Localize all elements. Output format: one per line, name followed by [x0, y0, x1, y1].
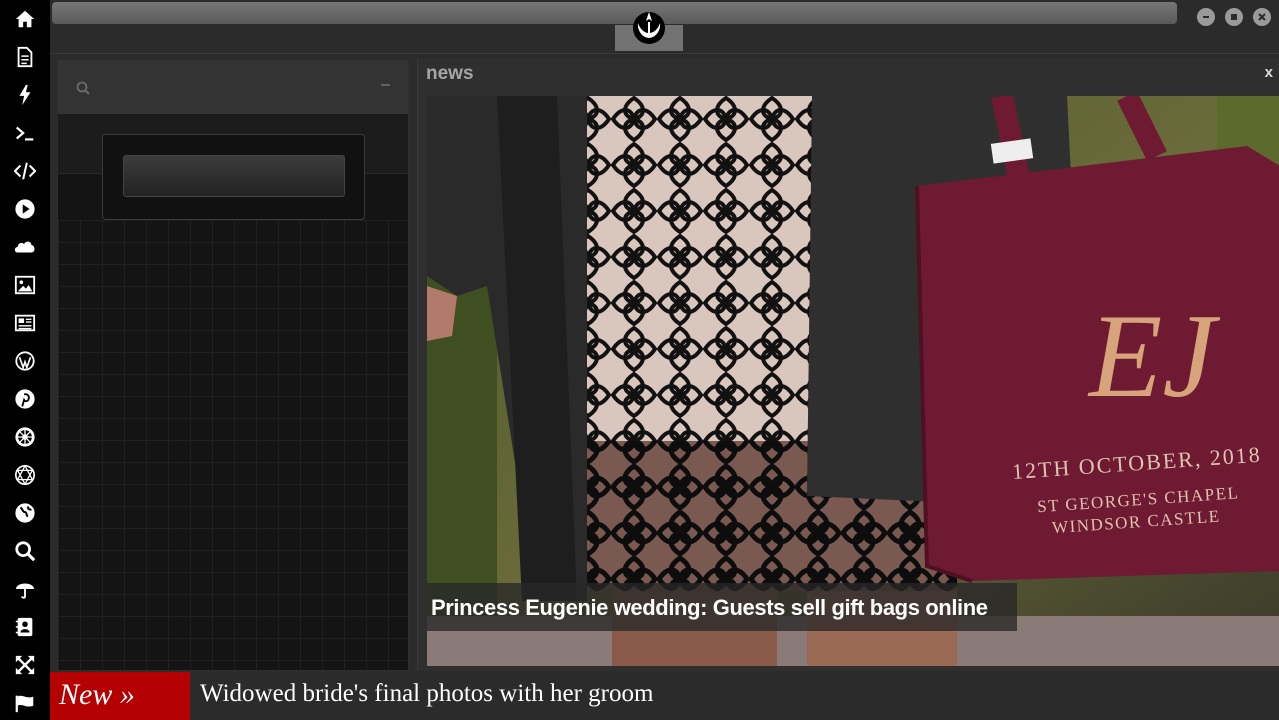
image-icon[interactable] [12, 272, 38, 298]
side-panel-header: – [58, 60, 408, 114]
flag-icon[interactable] [12, 690, 38, 716]
address-bar[interactable] [52, 2, 1177, 24]
headline-overlay: Princess Eugenie wedding: Guests sell gi… [427, 583, 1017, 631]
ticker-label[interactable]: New » [50, 672, 190, 720]
news-headline[interactable]: Princess Eugenie wedding: Guests sell gi… [431, 595, 988, 621]
app-window: – news x EJ 12TH OCTOBER, 2018 ST GEORGE… [0, 0, 1279, 720]
close-panel-button[interactable]: x [1265, 64, 1273, 81]
close-window-button[interactable] [1253, 8, 1271, 26]
news-image[interactable]: EJ 12TH OCTOBER, 2018 ST GEORGE'S CHAPEL… [427, 96, 1279, 666]
cloud-icon[interactable] [12, 234, 38, 260]
minimize-icon [1203, 16, 1209, 18]
top-bar [50, 0, 1279, 54]
terminal-icon[interactable] [12, 120, 38, 146]
pinterest-icon[interactable] [12, 386, 38, 412]
code-icon[interactable] [12, 158, 38, 184]
umbrella-icon[interactable] [12, 576, 38, 602]
contacts-icon[interactable] [12, 614, 38, 640]
news-ticker: New » Widowed bride's final photos with … [50, 672, 1279, 720]
close-icon [1258, 13, 1266, 21]
panel-title: news [426, 63, 474, 84]
deathstar-icon[interactable] [12, 462, 38, 488]
side-panel-card [102, 134, 365, 220]
rebel-alliance-icon[interactable] [629, 7, 669, 47]
news-photo: EJ 12TH OCTOBER, 2018 ST GEORGE'S CHAPEL… [427, 96, 1279, 666]
minimize-window-button[interactable] [1197, 8, 1215, 26]
galactic-empire-icon[interactable] [12, 424, 38, 450]
panel-action-button[interactable] [123, 155, 345, 197]
document-icon[interactable] [12, 44, 38, 70]
play-icon[interactable] [12, 196, 38, 222]
side-panel: – [57, 59, 409, 671]
search-icon[interactable] [12, 538, 38, 564]
ticker-headline[interactable]: Widowed bride's final photos with her gr… [200, 680, 653, 708]
wordpress-icon[interactable] [12, 348, 38, 374]
search-icon[interactable] [75, 80, 91, 96]
newspaper-icon[interactable] [12, 310, 38, 336]
home-icon[interactable] [12, 6, 38, 32]
panel-minimize-button[interactable]: – [381, 76, 390, 94]
lightning-icon[interactable] [12, 82, 38, 108]
expand-icon[interactable] [12, 652, 38, 678]
globe-icon[interactable] [12, 500, 38, 526]
grid-area [58, 220, 408, 670]
news-panel: news x EJ 12TH OCTOBER, 2018 ST GEORGE'S… [417, 59, 1279, 671]
bag-monogram: EJ [1087, 289, 1220, 422]
maximize-window-button[interactable] [1225, 8, 1243, 26]
icon-rail [0, 0, 50, 720]
maximize-icon [1231, 14, 1237, 20]
